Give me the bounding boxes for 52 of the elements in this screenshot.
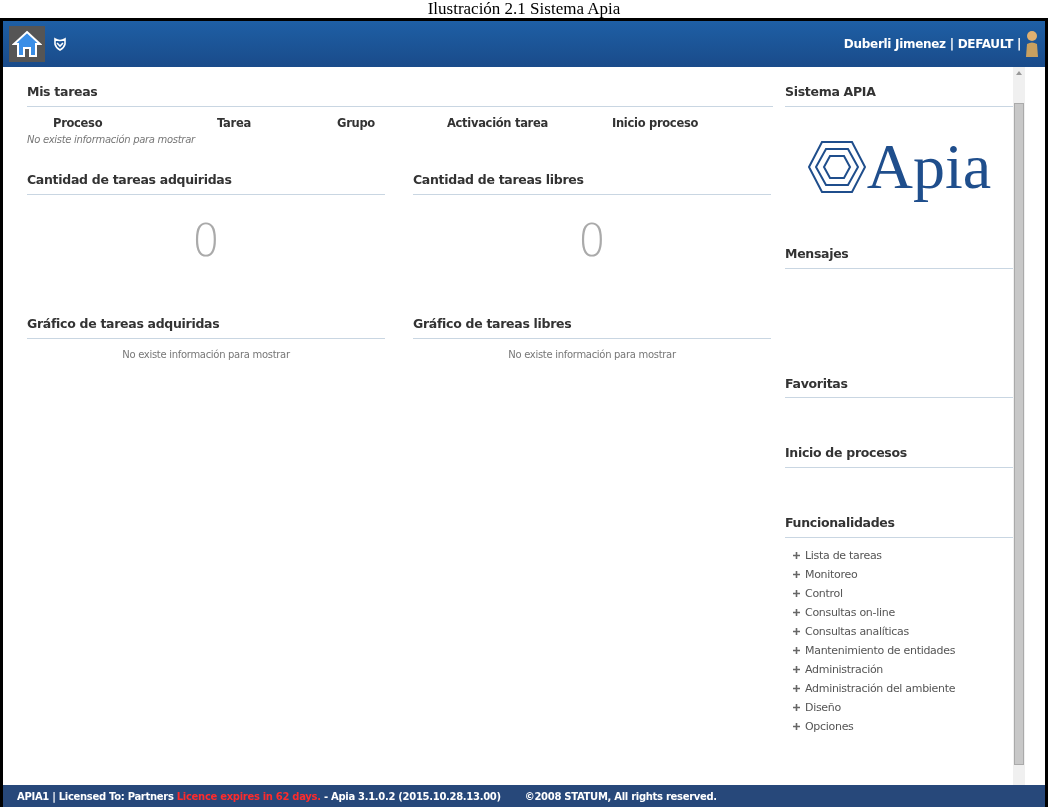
section-title: Sistema APIA <box>785 83 1013 107</box>
plus-icon <box>793 627 800 635</box>
plus-icon <box>793 608 800 616</box>
column-header[interactable]: Grupo <box>337 114 447 132</box>
section-title: Cantidad de tareas libres <box>413 171 771 195</box>
version-text: - Apia 3.1.0.2 (2015.10.28.13.00) <box>323 789 501 804</box>
hexagon-logo-icon <box>806 139 867 194</box>
column-header[interactable]: Proceso <box>27 114 217 132</box>
section-title: Favoritas <box>785 374 1013 399</box>
section-title: Mensajes <box>785 244 1013 269</box>
column-header[interactable]: Activación tarea <box>447 114 612 132</box>
section-title: Cantidad de tareas adquiridas <box>27 171 385 195</box>
shield-icon[interactable] <box>53 37 67 51</box>
plus-icon <box>793 589 800 597</box>
plus-icon <box>793 722 800 730</box>
section-title: Inicio de procesos <box>785 444 1013 468</box>
plus-icon <box>793 551 800 559</box>
empty-message: No existe información para mostrar <box>507 347 677 362</box>
scrollbar-thumb[interactable] <box>1014 103 1024 765</box>
function-link[interactable]: Mantenimiento de entidades <box>793 640 1013 660</box>
license-warning: Licence expires in 62 days. <box>176 789 321 804</box>
section-title: Gráfico de tareas adquiridas <box>27 314 385 339</box>
user-icon[interactable] <box>1025 30 1039 58</box>
empty-message: No existe información para mostrar <box>121 347 291 362</box>
function-link[interactable]: Administración del ambiente <box>793 678 1013 698</box>
function-link[interactable]: Opciones <box>793 716 1013 736</box>
figure-caption: Ilustración 2.1 Sistema Apia <box>426 0 622 18</box>
plus-icon <box>793 684 800 692</box>
section-title: Mis tareas <box>27 83 773 107</box>
plus-icon <box>793 703 800 711</box>
copyright-text: ©2008 STATUM, All rights reserved. <box>524 789 717 804</box>
home-icon <box>12 30 42 58</box>
function-link[interactable]: Monitoreo <box>793 564 1013 584</box>
function-link[interactable]: Control <box>793 583 1013 603</box>
license-text: APIA1 | Licensed To: Partners <box>17 789 174 804</box>
plus-icon <box>793 646 800 654</box>
home-button[interactable] <box>9 26 45 62</box>
empty-message: No existe información para mostrar <box>27 133 197 147</box>
function-link[interactable]: Lista de tareas <box>793 545 1013 565</box>
function-link[interactable]: Administración <box>793 659 1013 679</box>
column-header[interactable]: Tarea <box>217 114 337 132</box>
plus-icon <box>793 570 800 578</box>
count-value: 0 <box>191 218 221 263</box>
column-header[interactable]: Inicio proceso <box>612 114 732 132</box>
section-title: Funcionalidades <box>785 514 1013 538</box>
count-value: 0 <box>577 218 607 263</box>
user-label[interactable]: Duberli Jimenez | DEFAULT | <box>843 35 1021 53</box>
section-title: Gráfico de tareas libres <box>413 314 771 339</box>
function-link[interactable]: Consultas on-line <box>793 602 1013 622</box>
function-link[interactable]: Diseño <box>793 697 1013 717</box>
plus-icon <box>793 665 800 673</box>
function-link[interactable]: Consultas analíticas <box>793 621 1013 641</box>
